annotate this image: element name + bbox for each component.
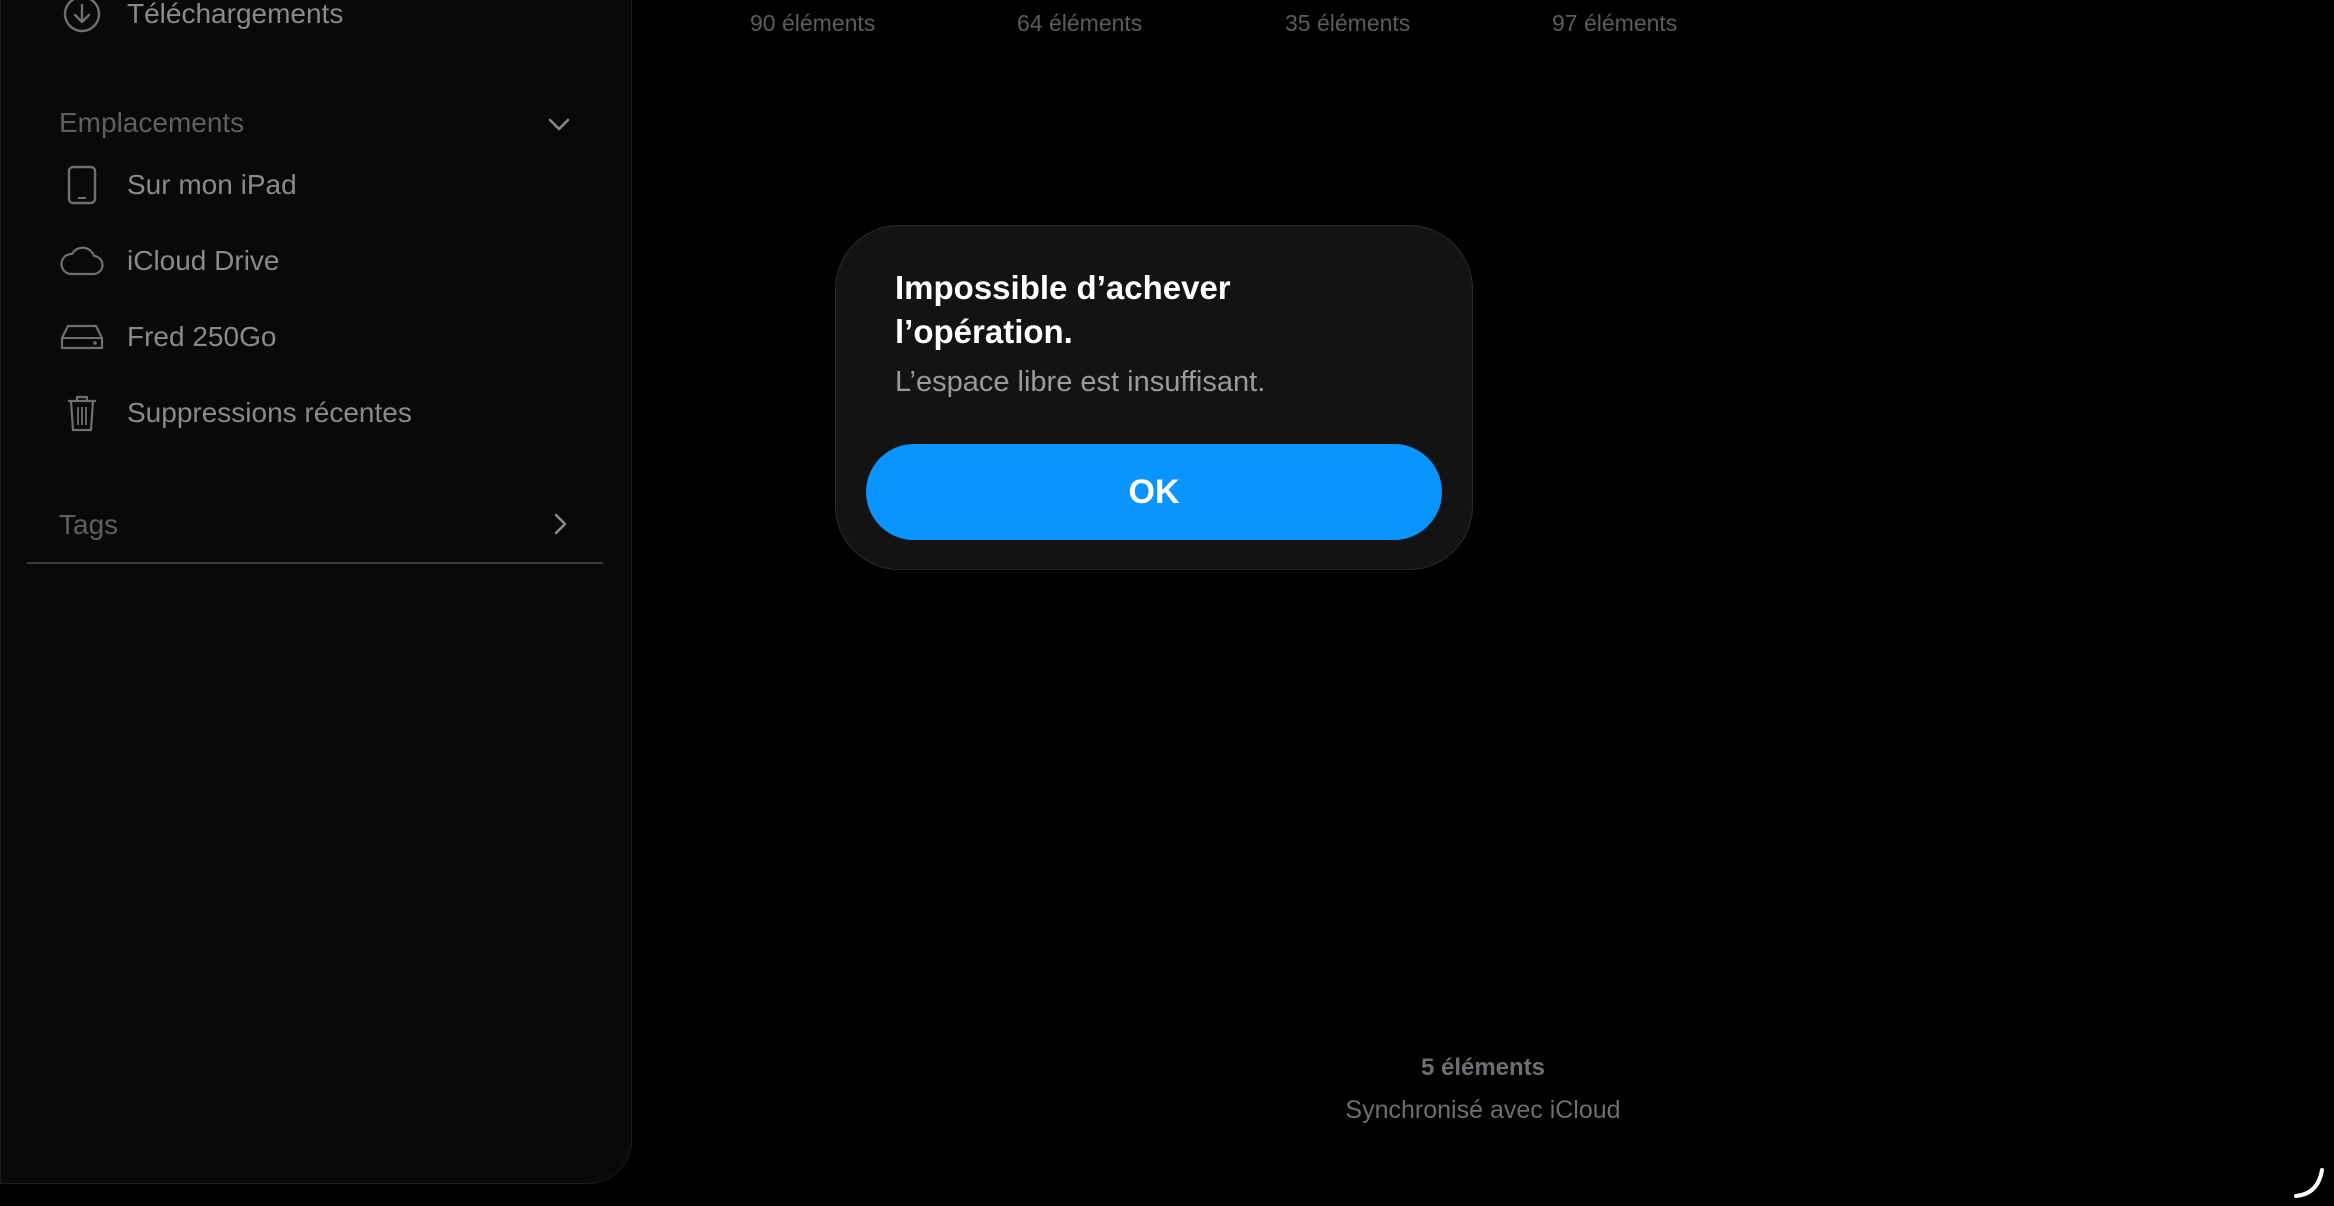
- locations-section-header[interactable]: Emplacements: [59, 107, 244, 139]
- ok-button[interactable]: OK: [866, 444, 1442, 540]
- chevron-down-icon[interactable]: [544, 109, 574, 139]
- sidebar-item-label: iCloud Drive: [127, 245, 280, 276]
- sidebar-divider: [27, 562, 603, 564]
- alert-dialog: Impossible d’achever l’opération. L’espa…: [835, 225, 1473, 570]
- ipad-icon: [59, 165, 105, 205]
- alert-message: L’espace libre est insuffisant.: [895, 366, 1266, 398]
- external-drive-icon: [59, 317, 105, 357]
- sidebar-item-label: Fred 250Go: [127, 321, 277, 352]
- alert-title: Impossible d’achever l’opération.: [895, 269, 1231, 350]
- download-icon: [59, 0, 105, 34]
- folder-item-count: 64 éléments: [1017, 10, 1143, 36]
- sidebar-item-fred-250go[interactable]: Fred 250Go: [1, 307, 633, 367]
- sidebar: Téléchargements Emplacements Sur mon iPa…: [0, 0, 632, 1184]
- resize-handle-icon[interactable]: [2292, 1166, 2326, 1200]
- sidebar-item-label: Sur mon iPad: [127, 169, 297, 200]
- cloud-icon: [59, 241, 105, 281]
- sidebar-item-icloud-drive[interactable]: iCloud Drive: [1, 231, 633, 291]
- folder-item-count: 90 éléments: [750, 10, 876, 36]
- tags-section-header[interactable]: Tags: [59, 509, 118, 541]
- folder-item-count: 97 éléments: [1552, 10, 1678, 36]
- sidebar-item-downloads[interactable]: Téléchargements: [1, 0, 633, 44]
- sidebar-item-label: Téléchargements: [127, 0, 344, 29]
- chevron-right-icon[interactable]: [545, 509, 575, 539]
- sync-status-label: Synchronisé avec iCloud: [1345, 1096, 1621, 1124]
- folder-item-count: 35 éléments: [1285, 10, 1411, 36]
- sidebar-item-on-my-ipad[interactable]: Sur mon iPad: [1, 155, 633, 215]
- item-count-label: 5 éléments: [1420, 1054, 1546, 1081]
- sidebar-item-recently-deleted[interactable]: Suppressions récentes: [1, 383, 633, 443]
- trash-icon: [59, 393, 105, 433]
- sidebar-item-label: Suppressions récentes: [127, 397, 412, 428]
